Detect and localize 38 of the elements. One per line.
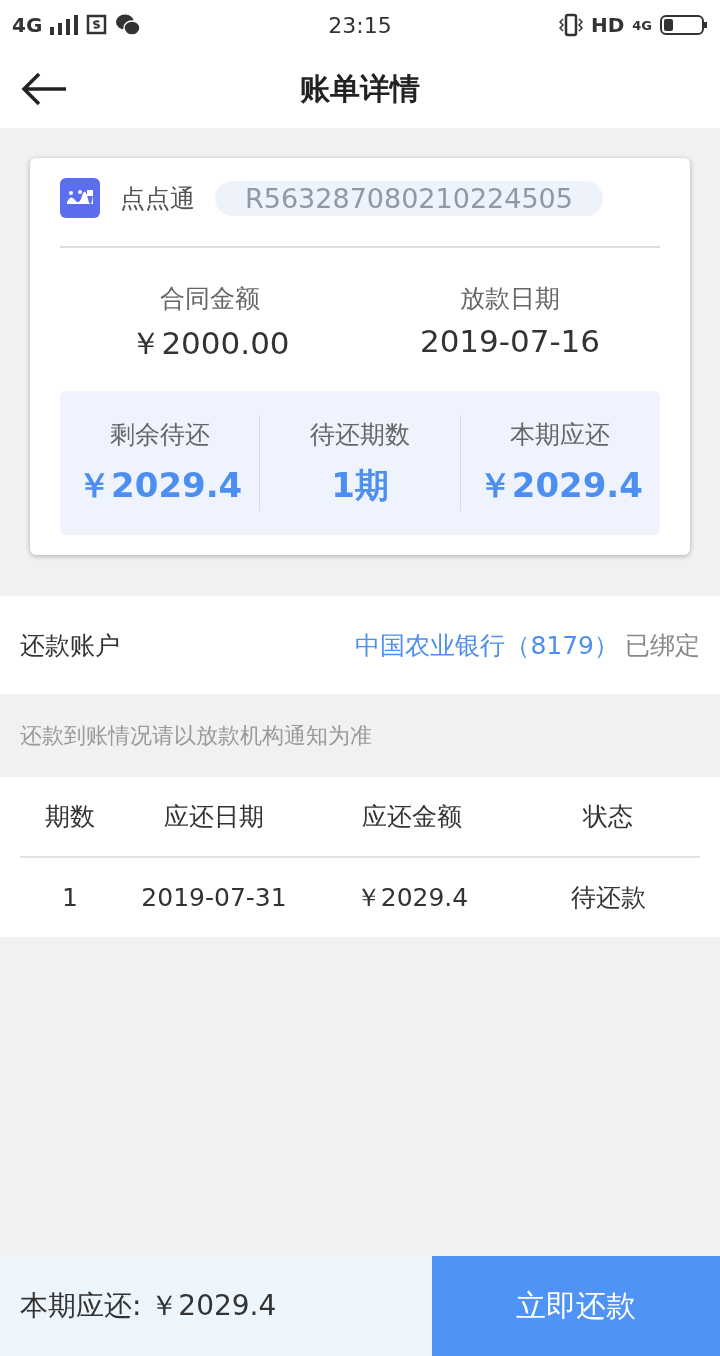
- lender-name: 点点通: [120, 182, 195, 215]
- page-title: 账单详情: [300, 69, 420, 108]
- column-header: 状态: [581, 801, 634, 833]
- info-label: 放款日期: [460, 283, 560, 315]
- info-value: 2019-07-16: [419, 323, 601, 359]
- info-label: 合同金额: [160, 283, 260, 315]
- summary-value: ￥2029.4: [477, 463, 643, 507]
- chat-icon: [116, 14, 141, 36]
- battery-icon: [660, 14, 708, 36]
- network-indicator: 4G: [12, 13, 43, 37]
- table-cell-text: ￥2029.4: [354, 882, 470, 914]
- info-value: ￥2000.00: [130, 324, 290, 363]
- notice-text: 还款到账情况请以放款机构通知为准: [19, 721, 373, 750]
- clock: 23:15: [328, 12, 392, 38]
- column-header: 应还日期: [163, 801, 265, 833]
- contract-number: R563287080210224505: [215, 180, 603, 216]
- network-indicator: 4G: [632, 18, 652, 32]
- notification-icon: [86, 14, 109, 36]
- account-row[interactable]: 还款账户 中国农业银行（8179） 已绑定: [0, 596, 720, 694]
- summary-label: 待还期数: [310, 418, 410, 451]
- bank-account: 中国农业银行（8179）: [355, 629, 619, 662]
- summary-value: ￥2029.4: [77, 463, 243, 507]
- summary-label: 剩余待还: [109, 418, 210, 451]
- back-button[interactable]: [20, 72, 68, 106]
- amount-due: 本期应还: ￥2029.4: [0, 1256, 432, 1356]
- table-cell-text: 1: [61, 883, 79, 912]
- summary-value: 1期: [331, 463, 389, 507]
- account-label: 还款账户: [20, 629, 121, 662]
- hd-indicator: HD: [590, 13, 625, 37]
- summary-label: 本期应还: [510, 418, 611, 451]
- signal-icon: [50, 15, 79, 35]
- bound-status: 已绑定: [625, 629, 700, 662]
- column-header: 应还金额: [361, 801, 463, 833]
- lender-logo-icon: [60, 178, 100, 218]
- table-cell-text: 待还款: [569, 882, 647, 914]
- column-header: 期数: [44, 801, 96, 833]
- table-cell-text: 2019-07-31: [140, 883, 288, 912]
- vibrate-icon: [558, 13, 583, 37]
